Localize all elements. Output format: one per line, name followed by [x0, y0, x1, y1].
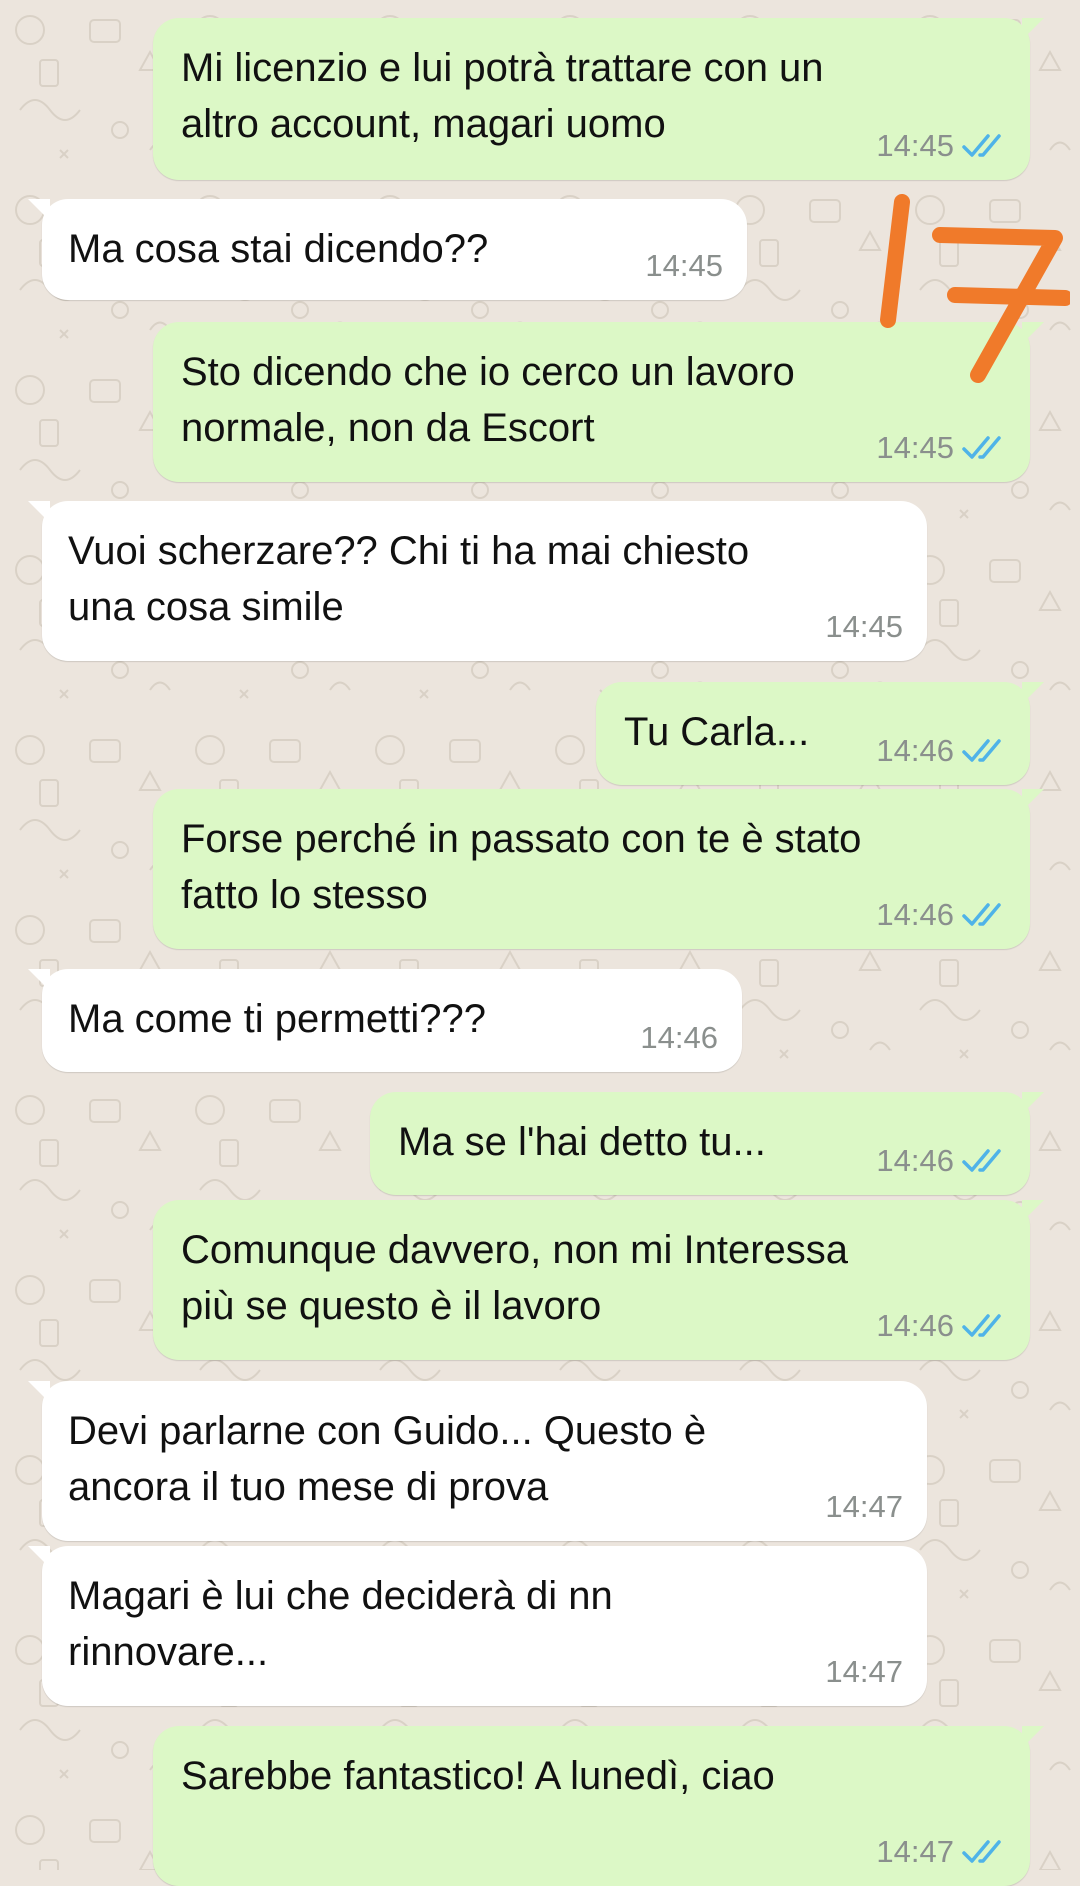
- message-bubble-incoming[interactable]: Vuoi scherzare?? Chi ti ha mai chiesto u…: [28, 501, 927, 661]
- message-time: 14:46: [876, 733, 954, 768]
- message-meta: 14:47: [876, 1834, 1006, 1870]
- message-meta: 14:45: [876, 430, 1006, 466]
- message-meta: 14:46: [876, 733, 1006, 769]
- message-time: 14:47: [876, 1834, 954, 1869]
- message-meta: 14:46: [876, 897, 1006, 933]
- message-time: 14:45: [645, 248, 723, 283]
- message-time: 14:45: [876, 128, 954, 163]
- message-text: Ma come ti permetti???: [68, 997, 486, 1041]
- message-time: 14:47: [825, 1489, 903, 1524]
- message-time: 14:46: [640, 1020, 718, 1055]
- message-meta: 14:46: [876, 1143, 1006, 1179]
- message-time: 14:45: [876, 430, 954, 465]
- message-meta: 14:45: [645, 248, 723, 284]
- message-meta: 14:47: [825, 1489, 903, 1525]
- message-bubble-outgoing[interactable]: Forse perché in passato con te è stato f…: [153, 789, 1044, 949]
- double-check-icon: [962, 903, 1001, 926]
- message-text: Devi parlarne con Guido... Questo è anco…: [68, 1409, 707, 1509]
- message-meta: 14:47: [825, 1654, 903, 1690]
- message-meta: 14:46: [640, 1020, 718, 1056]
- message-bubble-outgoing[interactable]: Tu Carla... 14:46: [596, 682, 1044, 785]
- message-bubble-outgoing[interactable]: Comunque davvero, non mi Interessa più s…: [153, 1200, 1044, 1360]
- message-time: 14:46: [876, 1308, 954, 1343]
- message-time: 14:45: [825, 609, 903, 644]
- message-time: 14:46: [876, 897, 954, 932]
- double-check-icon: [962, 739, 1001, 762]
- message-bubble-incoming[interactable]: Ma come ti permetti??? 14:46: [28, 969, 742, 1072]
- handwritten-page-number: [880, 194, 1070, 383]
- message-time: 14:47: [825, 1654, 903, 1689]
- message-time: 14:46: [876, 1143, 954, 1178]
- message-meta: 14:46: [876, 1308, 1006, 1344]
- message-text: Magari è lui che deciderà di nn rinnovar…: [68, 1574, 613, 1674]
- message-bubble-incoming[interactable]: Magari è lui che deciderà di nn rinnovar…: [28, 1546, 927, 1706]
- double-check-icon: [962, 134, 1001, 157]
- message-meta: 14:45: [825, 609, 903, 645]
- message-bubble-incoming[interactable]: Ma cosa stai dicendo?? 14:45: [28, 199, 747, 300]
- double-check-icon: [962, 1840, 1001, 1863]
- message-meta: 14:45: [876, 128, 1006, 164]
- message-bubble-outgoing[interactable]: Mi licenzio e lui potrà trattare con un …: [153, 18, 1044, 180]
- double-check-icon: [962, 436, 1001, 459]
- message-bubble-outgoing[interactable]: Sarebbe fantastico! A lunedì, ciao 14:47: [153, 1726, 1044, 1886]
- message-bubble-outgoing[interactable]: Ma se l'hai detto tu... 14:46: [370, 1092, 1044, 1195]
- message-text: Ma cosa stai dicendo??: [68, 227, 489, 271]
- message-text: Vuoi scherzare?? Chi ti ha mai chiesto u…: [68, 529, 750, 629]
- double-check-icon: [962, 1149, 1001, 1172]
- message-bubble-incoming[interactable]: Devi parlarne con Guido... Questo è anco…: [28, 1381, 927, 1541]
- message-text: Sarebbe fantastico! A lunedì, ciao: [181, 1754, 775, 1798]
- double-check-icon: [962, 1314, 1001, 1337]
